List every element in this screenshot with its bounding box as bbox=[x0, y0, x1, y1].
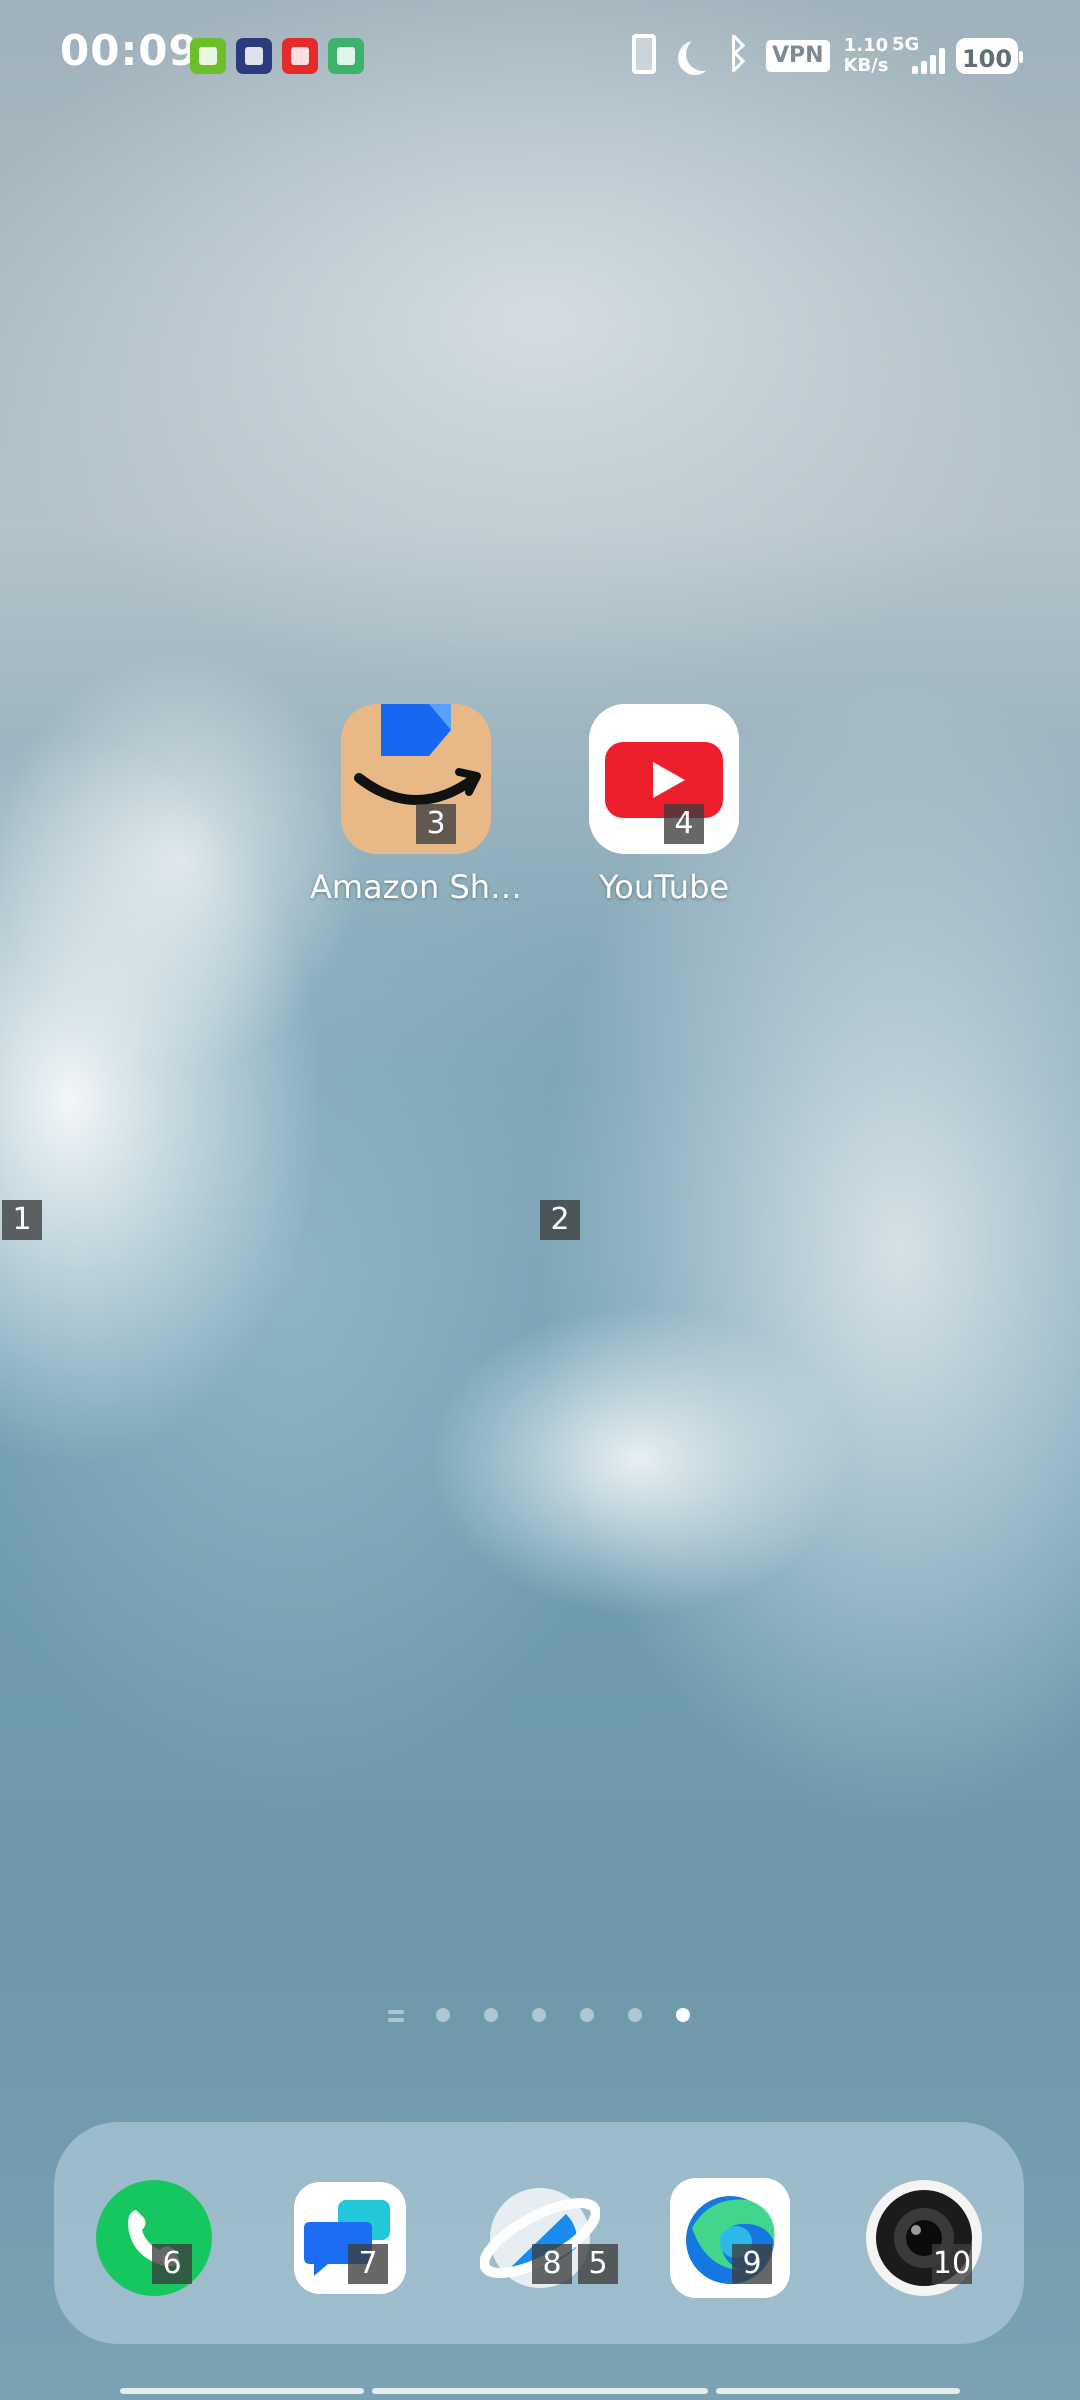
page-indicator[interactable] bbox=[380, 2000, 700, 2030]
page-dot[interactable] bbox=[580, 2008, 594, 2022]
notification-tasks-icon bbox=[190, 38, 226, 74]
marker-tag: 6 bbox=[152, 2244, 192, 2284]
marker-tag: 9 bbox=[732, 2244, 772, 2284]
bluetooth-icon: ᛒ bbox=[726, 31, 750, 77]
nav-gesture-bar[interactable] bbox=[120, 2388, 364, 2394]
page-dot[interactable] bbox=[436, 2008, 450, 2022]
dock-edge-app[interactable]: 9 bbox=[670, 2178, 790, 2298]
dock-phone-app[interactable]: 6 bbox=[94, 2178, 214, 2298]
edge-browser-icon bbox=[670, 2178, 790, 2298]
status-bar: 00:09 ᛒ VPN 1.10 KB/s 5G 100 bbox=[0, 0, 1080, 110]
dock-browser-app[interactable]: 8 5 bbox=[480, 2178, 618, 2298]
notification-red-app-icon bbox=[282, 38, 318, 74]
page-dot[interactable] bbox=[628, 2008, 642, 2022]
vpn-icon: VPN bbox=[766, 40, 830, 72]
do-not-disturb-moon-icon bbox=[672, 30, 718, 78]
marker-tag: 1 bbox=[2, 1200, 42, 1240]
vibrate-icon bbox=[622, 30, 666, 78]
app-label: Amazon Sh… bbox=[309, 868, 523, 906]
notification-green-app-icon bbox=[328, 38, 364, 74]
marker-tag: 5 bbox=[578, 2244, 618, 2284]
nav-gesture-bar[interactable] bbox=[372, 2388, 708, 2394]
dock-camera-app[interactable]: 10 bbox=[864, 2178, 984, 2298]
marker-tag: 10 bbox=[932, 2244, 972, 2284]
marker-tag: 2 bbox=[540, 1200, 580, 1240]
app-label: YouTube bbox=[598, 868, 730, 906]
marker-tag: 8 bbox=[532, 2244, 572, 2284]
dock: 6 7 8 5 9 10 bbox=[54, 2122, 1024, 2344]
battery-icon: 100 bbox=[956, 38, 1023, 74]
notification-cat-app-icon bbox=[236, 38, 272, 74]
signal-bars-icon bbox=[912, 48, 948, 74]
dock-messages-app[interactable]: 7 bbox=[290, 2178, 410, 2298]
marker-tag: 7 bbox=[348, 2244, 388, 2284]
page-dot-menu-icon[interactable] bbox=[388, 2010, 404, 2014]
status-time: 00:09 bbox=[60, 26, 199, 75]
page-dot[interactable] bbox=[484, 2008, 498, 2022]
app-amazon-shopping[interactable]: Amazon Sh… 3 bbox=[296, 704, 536, 906]
nav-gesture-bar[interactable] bbox=[716, 2388, 960, 2394]
marker-tag: 4 bbox=[664, 804, 704, 844]
page-dot[interactable] bbox=[532, 2008, 546, 2022]
page-dot-active[interactable] bbox=[676, 2008, 690, 2022]
marker-tag: 3 bbox=[416, 804, 456, 844]
network-speed-unit: KB/s bbox=[843, 55, 889, 76]
app-youtube[interactable]: YouTube 4 bbox=[544, 704, 784, 906]
